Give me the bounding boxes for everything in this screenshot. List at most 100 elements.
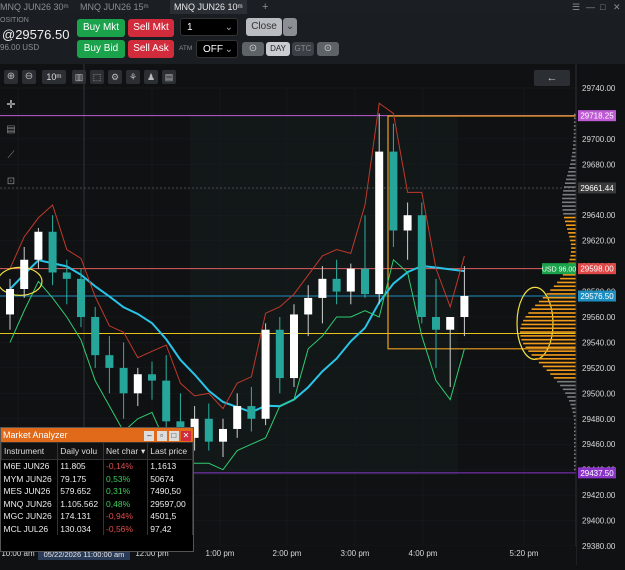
volume-profile-bar bbox=[560, 277, 576, 280]
atm-label: ATM bbox=[179, 45, 193, 52]
candle-body bbox=[148, 374, 156, 381]
close-dropdown-button[interactable]: ⌄ bbox=[283, 18, 297, 36]
volume-profile-bar bbox=[525, 346, 576, 349]
tab-mnq-15m[interactable]: MNQ JUN26 15ᵐ bbox=[80, 0, 149, 14]
column-header-last-price[interactable]: Last price bbox=[147, 442, 193, 460]
candle-body bbox=[460, 296, 469, 317]
maximize-icon[interactable]: □ bbox=[600, 0, 605, 14]
column-header-net-change[interactable]: Net char ▾ bbox=[103, 442, 149, 460]
table-row[interactable]: MES JUN26 579.652 0,31% 7490,50 bbox=[1, 485, 193, 498]
restore-icon[interactable]: ▫ bbox=[156, 431, 167, 441]
volume-profile-bar bbox=[572, 151, 576, 154]
price-tick-label: 29400.00 bbox=[582, 517, 616, 526]
volume-profile-bar bbox=[528, 312, 576, 314]
candle-body bbox=[375, 151, 384, 295]
table-row[interactable]: M6E JUN26 11.805 -0,14% 1,1613 bbox=[1, 459, 193, 473]
cell-volume: 11.805 bbox=[57, 459, 105, 473]
drawing-objects-icon[interactable]: ▤ bbox=[4, 124, 18, 138]
price-tick-label: 29560.00 bbox=[582, 313, 616, 322]
minimize-icon[interactable]: — bbox=[586, 0, 595, 14]
menu-icon[interactable]: ☰ bbox=[572, 0, 580, 14]
volume-profile-bar bbox=[562, 274, 576, 276]
candle-body bbox=[332, 278, 341, 292]
settings-toggle-button[interactable]: ⊙ bbox=[317, 42, 339, 56]
tif-day-button[interactable]: DAY bbox=[266, 42, 290, 56]
gear-icon[interactable]: ⚙ bbox=[108, 70, 122, 84]
quantity-value: 1 bbox=[187, 22, 193, 33]
tif-toggle-button[interactable]: ⊙ bbox=[242, 42, 264, 56]
candle-body bbox=[403, 215, 412, 231]
candle-body bbox=[133, 374, 142, 394]
time-tick-label: 2:00 pm bbox=[273, 549, 302, 558]
time-tick-label: 4:00 pm bbox=[409, 549, 438, 558]
zoom-out-icon[interactable]: ⊖ bbox=[22, 70, 36, 84]
buy-bid-button[interactable]: Buy Bid bbox=[77, 40, 125, 58]
volume-profile-bar bbox=[542, 365, 576, 368]
lock-icon[interactable]: ⊡ bbox=[4, 176, 18, 190]
volume-profile-bar bbox=[569, 235, 576, 238]
candle-body bbox=[233, 406, 242, 429]
volume-profile-bar bbox=[520, 335, 576, 337]
volume-profile-bar bbox=[568, 170, 576, 173]
volume-profile-bar bbox=[569, 258, 576, 261]
price-tick-label: 29740.00 bbox=[582, 84, 616, 93]
sell-ask-button[interactable]: Sell Ask bbox=[128, 40, 174, 58]
column-header-instrument[interactable]: Instrument bbox=[0, 442, 59, 460]
volume-profile-bar bbox=[538, 361, 576, 364]
position-badge: USD 96.00 bbox=[542, 267, 576, 274]
volume-profile-bar bbox=[542, 296, 576, 299]
candle-body bbox=[162, 380, 171, 422]
quantity-input[interactable]: 1 ⌄ bbox=[180, 18, 238, 36]
minimize-icon[interactable]: – bbox=[144, 431, 155, 441]
candle-body bbox=[275, 329, 284, 379]
table-row[interactable]: MCL JUL26 130.034 -0,56% 97,42 bbox=[1, 522, 193, 535]
chevron-down-icon: ⌄ bbox=[224, 22, 233, 33]
tab-strip: MNQ JUN26 30ᵐ MNQ JUN26 15ᵐ MNQ JUN26 10… bbox=[0, 0, 625, 15]
price-tick-label: 29700.00 bbox=[582, 135, 616, 144]
tif-gtc-button[interactable]: GTC bbox=[292, 42, 314, 56]
close-window-icon[interactable]: ✕ bbox=[613, 0, 621, 14]
sell-market-button[interactable]: Sell Mkt bbox=[128, 19, 174, 37]
strategies-icon[interactable]: ♟ bbox=[144, 70, 158, 84]
candle-body bbox=[219, 428, 227, 442]
volume-profile-bar bbox=[568, 232, 576, 234]
cell-net-change: -0,56% bbox=[103, 522, 149, 535]
table-row[interactable]: MYM JUN26 79.175 0,53% 50674 bbox=[1, 472, 193, 485]
cell-net-change: -0,14% bbox=[103, 459, 149, 473]
crosshair-icon[interactable]: ✛ bbox=[4, 98, 18, 112]
volume-profile-bar bbox=[523, 342, 576, 345]
tab-mnq-10m[interactable]: MNQ JUN26 10ᵐ bbox=[170, 0, 247, 14]
price-tick-label: 29500.00 bbox=[582, 389, 616, 398]
buy-market-button[interactable]: Buy Mkt bbox=[77, 19, 125, 37]
atm-strategy-select[interactable]: OFF ⌄ bbox=[196, 40, 238, 58]
volume-profile-bar bbox=[562, 205, 576, 207]
bar-type-icon[interactable]: ▥ bbox=[72, 70, 86, 84]
cell-last-price: 50674 bbox=[147, 472, 193, 485]
maximize-icon[interactable]: □ bbox=[168, 431, 179, 441]
tab-mnq-30m[interactable]: MNQ JUN26 30ᵐ bbox=[0, 0, 69, 14]
scroll-back-button[interactable]: ← bbox=[534, 70, 570, 86]
select-area-icon[interactable]: ⬚ bbox=[90, 70, 104, 84]
candle-body bbox=[290, 314, 298, 379]
candle-body bbox=[204, 418, 213, 442]
add-tab-button[interactable]: + bbox=[262, 0, 268, 14]
market-analyzer-titlebar[interactable]: Market Analyzer – ▫ □ ✕ bbox=[1, 428, 193, 442]
interval-selector[interactable]: 10ᵐ bbox=[42, 70, 66, 84]
close-icon[interactable]: ✕ bbox=[181, 431, 191, 441]
table-row[interactable]: MGC JUN26 174.131 -0,94% 4501,5 bbox=[1, 510, 193, 523]
table-row[interactable]: MNQ JUN26 1.105.562 0,48% 29597,00 bbox=[1, 497, 193, 510]
cell-volume: 130.034 bbox=[57, 522, 105, 535]
volume-profile-bar bbox=[553, 377, 576, 379]
draw-line-icon[interactable]: ⟋ bbox=[4, 150, 18, 164]
column-header-volume[interactable]: Daily volu bbox=[57, 442, 105, 460]
candle-body bbox=[389, 151, 398, 231]
close-position-button[interactable]: Close bbox=[246, 18, 282, 36]
indicators-icon[interactable]: ⚘ bbox=[126, 70, 140, 84]
templates-icon[interactable]: ▤ bbox=[162, 70, 176, 84]
cell-net-change: 0,31% bbox=[103, 485, 149, 498]
volume-profile-bar bbox=[560, 384, 576, 387]
zoom-in-icon[interactable]: ⊕ bbox=[4, 70, 18, 84]
cell-instrument: MGC JUN26 bbox=[1, 510, 59, 523]
volume-profile-bar bbox=[546, 293, 576, 295]
order-bar: OSITION @29576.50 96.00 USD Buy Mkt Sell… bbox=[0, 14, 625, 64]
